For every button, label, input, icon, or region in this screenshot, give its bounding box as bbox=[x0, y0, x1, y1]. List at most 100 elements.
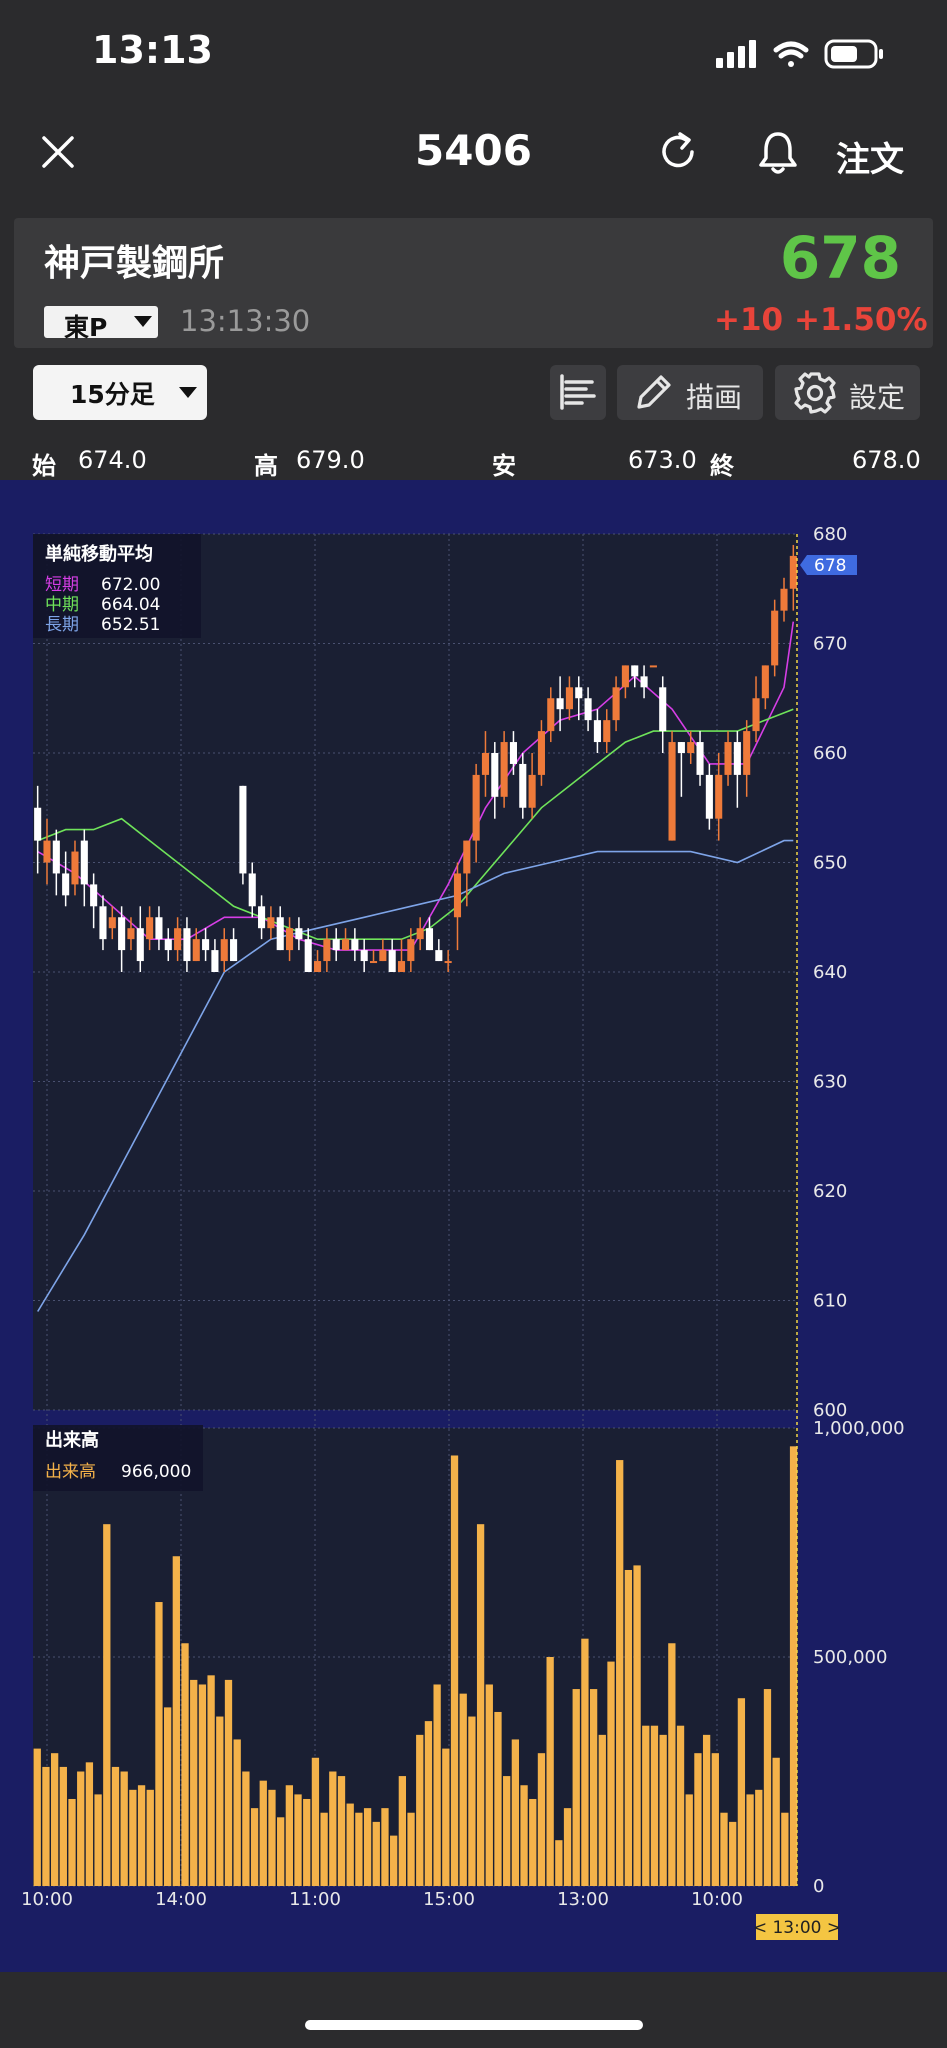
volume-bar bbox=[572, 1689, 580, 1886]
gear-icon bbox=[794, 372, 836, 414]
volume-bar bbox=[390, 1835, 398, 1886]
volume-bar bbox=[607, 1661, 615, 1886]
volume-bar bbox=[442, 1748, 450, 1886]
price-volume-chart[interactable]: 6806706606506406306206106001,000,000500,… bbox=[0, 480, 947, 1972]
candle-body bbox=[621, 665, 629, 688]
volume-bar bbox=[294, 1794, 302, 1886]
low-label: 安 bbox=[492, 452, 516, 480]
time-axis-tick: 14:00 bbox=[155, 1889, 207, 1910]
volume-bar bbox=[346, 1803, 354, 1886]
volume-bar bbox=[190, 1679, 198, 1886]
candle-body bbox=[174, 928, 182, 951]
volume-bar bbox=[216, 1716, 224, 1886]
volume-bar bbox=[363, 1808, 372, 1886]
candle-body bbox=[155, 917, 163, 940]
volume-bar bbox=[111, 1766, 120, 1886]
candle-body bbox=[715, 774, 723, 819]
volume-bar bbox=[303, 1798, 311, 1886]
refresh-icon[interactable] bbox=[656, 130, 700, 174]
volume-bar bbox=[676, 1725, 685, 1886]
volume-bar bbox=[650, 1725, 659, 1886]
candle-body bbox=[593, 720, 601, 743]
volume-legend-title: 出来高 bbox=[45, 1429, 99, 1451]
candle-body bbox=[43, 840, 51, 863]
volume-bar bbox=[668, 1643, 676, 1886]
ma-legend-title: 単純移動平均 bbox=[45, 543, 153, 565]
candle-body bbox=[603, 720, 611, 743]
price-axis-tick: 680 bbox=[813, 524, 847, 545]
volume-bar bbox=[720, 1812, 728, 1886]
volume-bar bbox=[511, 1739, 520, 1886]
candle-body bbox=[52, 840, 60, 874]
candle-body bbox=[463, 840, 471, 874]
candle-body bbox=[341, 939, 350, 951]
candle-body bbox=[136, 928, 144, 962]
volume-bar bbox=[181, 1643, 189, 1886]
candle-body bbox=[118, 917, 126, 951]
volume-bar bbox=[685, 1794, 693, 1886]
candle-body bbox=[659, 687, 667, 732]
ma-short-value: 672.00 bbox=[101, 575, 160, 595]
order-button[interactable]: 注文 bbox=[836, 132, 904, 181]
price-axis-tick: 630 bbox=[813, 1072, 847, 1093]
caret-down-icon bbox=[179, 387, 197, 398]
price-axis-tick: 620 bbox=[813, 1181, 847, 1202]
candle-body bbox=[425, 928, 434, 951]
volume-bar bbox=[207, 1675, 215, 1886]
volume-bar bbox=[50, 1753, 59, 1886]
candle-body bbox=[192, 939, 200, 962]
volume-bar bbox=[242, 1771, 250, 1886]
volume-bar bbox=[103, 1524, 111, 1886]
volume-bar bbox=[94, 1794, 102, 1886]
time-axis-tick: 15:00 bbox=[423, 1889, 475, 1910]
signal-icon bbox=[716, 40, 756, 68]
home-indicator[interactable] bbox=[305, 2020, 643, 2030]
candle-body bbox=[696, 742, 704, 775]
candle-body bbox=[202, 939, 210, 951]
candle-body bbox=[649, 665, 657, 668]
volume-bar bbox=[581, 1638, 589, 1886]
candle-body bbox=[351, 939, 359, 951]
status-time: 13:13 bbox=[92, 28, 213, 72]
candle-body bbox=[230, 939, 238, 962]
candle-body bbox=[705, 774, 713, 819]
candle-body bbox=[556, 698, 564, 710]
volume-bar bbox=[163, 1707, 172, 1886]
bell-icon[interactable] bbox=[756, 128, 800, 176]
volume-bar bbox=[563, 1808, 572, 1886]
candle-body bbox=[687, 742, 695, 753]
close-label: 終 bbox=[710, 452, 734, 480]
candle-body bbox=[612, 687, 620, 721]
price-axis-tick: 610 bbox=[813, 1291, 847, 1312]
volume-axis-tick: 1,000,000 bbox=[813, 1418, 905, 1439]
volume-bar bbox=[407, 1812, 415, 1886]
volume-bar bbox=[589, 1689, 598, 1886]
candle-body bbox=[379, 950, 387, 962]
ticker-title: 5406 bbox=[415, 126, 532, 175]
volume-bar bbox=[476, 1524, 485, 1886]
chart-area[interactable]: 680 670 660 650 640 630 620 610 600 1,000,000 500,… bbox=[0, 480, 947, 1972]
candle-body bbox=[435, 950, 443, 962]
candle-body bbox=[547, 698, 555, 732]
time-axis-tick: 10:00 bbox=[21, 1889, 73, 1910]
candle-body bbox=[127, 928, 135, 940]
volume-bar bbox=[555, 1840, 563, 1886]
volume-bar bbox=[77, 1771, 85, 1886]
close-value: 678.0 bbox=[852, 446, 921, 474]
volume-bar bbox=[259, 1780, 267, 1886]
candle-body bbox=[668, 742, 676, 841]
settings-label: 設定 bbox=[849, 381, 906, 414]
candle-body bbox=[743, 731, 751, 775]
volume-bar bbox=[120, 1771, 128, 1886]
volume-bar bbox=[155, 1602, 163, 1886]
volume-bar bbox=[633, 1565, 641, 1886]
volume-bar bbox=[459, 1693, 467, 1886]
market-label: 東P bbox=[64, 313, 108, 342]
caret-down-icon bbox=[134, 316, 152, 327]
time-axis-tick: 13:00 bbox=[557, 1889, 609, 1910]
volume-bar bbox=[711, 1753, 719, 1886]
candle-body bbox=[733, 742, 741, 775]
candle-body bbox=[780, 588, 788, 611]
candle-body bbox=[71, 851, 79, 885]
volume-bar bbox=[320, 1812, 328, 1886]
